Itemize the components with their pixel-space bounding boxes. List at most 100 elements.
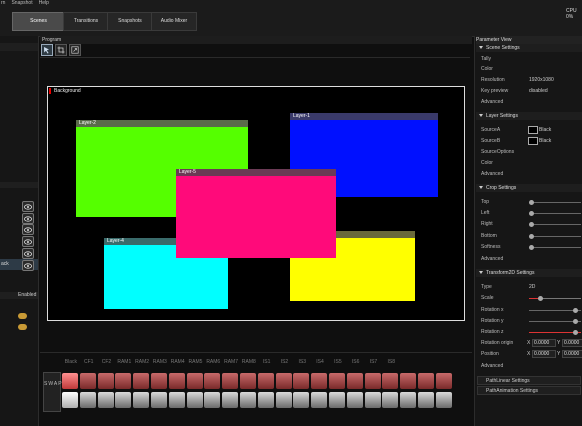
source-b-swatch[interactable]: [528, 137, 538, 145]
menu-item-help[interactable]: Help: [39, 0, 49, 8]
rotation-y-slider[interactable]: [529, 319, 581, 324]
slider-knob[interactable]: [538, 296, 543, 301]
crop-settings-header[interactable]: Crop Settings: [476, 184, 582, 192]
preview-source-button[interactable]: [204, 392, 221, 408]
program-source-button[interactable]: [293, 373, 310, 389]
tab-snapshots[interactable]: Snapshots: [107, 12, 153, 31]
crop-top-slider[interactable]: [529, 200, 581, 205]
preview-source-button[interactable]: [382, 392, 399, 408]
resize-tool-button[interactable]: [69, 44, 81, 56]
position-y-input[interactable]: 0.0000: [562, 350, 582, 358]
program-source-button[interactable]: [435, 373, 452, 389]
crop-advanced[interactable]: Advanced: [481, 256, 503, 262]
program-source-button[interactable]: [257, 373, 274, 389]
slider-knob[interactable]: [573, 308, 578, 313]
menu-item-rn[interactable]: rn: [1, 0, 5, 8]
enabled-toggle[interactable]: [18, 313, 27, 319]
rotation-origin-y-input[interactable]: 0.0000: [562, 339, 582, 347]
preview-source-button[interactable]: [257, 392, 274, 408]
preview-source-button[interactable]: [222, 392, 239, 408]
layer-5-titlebar[interactable]: Layer-5: [176, 169, 336, 176]
slider-knob[interactable]: [573, 330, 578, 335]
softness-slider[interactable]: [529, 245, 581, 250]
preview-source-button[interactable]: [364, 392, 381, 408]
preview-source-button[interactable]: [115, 392, 132, 408]
program-source-button[interactable]: [186, 373, 203, 389]
preview-source-button[interactable]: [150, 392, 167, 408]
scale-slider[interactable]: [529, 296, 581, 301]
preview-source-button[interactable]: [275, 392, 292, 408]
layer-1-titlebar[interactable]: Layer-1: [290, 113, 438, 120]
layer-5-box[interactable]: Layer-5: [176, 169, 336, 258]
preview-source-button[interactable]: [97, 392, 114, 408]
slider-knob[interactable]: [529, 234, 534, 239]
program-source-button[interactable]: [400, 373, 417, 389]
source-b-value[interactable]: Black: [539, 138, 551, 144]
program-source-button[interactable]: [133, 373, 150, 389]
menu-item-snapshot[interactable]: Snapshot: [11, 0, 32, 8]
program-source-button[interactable]: [417, 373, 434, 389]
program-source-button[interactable]: [328, 373, 345, 389]
layer-2-titlebar[interactable]: Layer-2: [76, 120, 248, 127]
crop-right-slider[interactable]: [529, 222, 581, 227]
program-source-button[interactable]: [311, 373, 328, 389]
program-source-button[interactable]: [115, 373, 132, 389]
program-source-button[interactable]: [150, 373, 167, 389]
preview-source-button[interactable]: [311, 392, 328, 408]
preview-source-button[interactable]: [133, 392, 150, 408]
slider-knob[interactable]: [529, 245, 534, 250]
program-source-button[interactable]: [97, 373, 114, 389]
rotation-z-slider[interactable]: [529, 330, 581, 335]
path-animation-settings-button[interactable]: PathAnimation Settings: [477, 386, 581, 395]
tab-scenes[interactable]: Scenes: [12, 12, 65, 31]
tab-audio-mixer[interactable]: Audio Mixer: [151, 12, 197, 31]
visibility-toggle[interactable]: [22, 236, 34, 247]
program-source-button[interactable]: [204, 373, 221, 389]
preview-source-button[interactable]: [186, 392, 203, 408]
path-linear-settings-button[interactable]: PathLinear Settings: [477, 376, 581, 385]
program-source-button[interactable]: [275, 373, 292, 389]
scene-settings-header[interactable]: Scene Settings: [476, 44, 582, 52]
enabled-toggle[interactable]: [18, 324, 27, 330]
visibility-toggle[interactable]: [22, 213, 34, 224]
transform-settings-header[interactable]: Transform2D Settings: [476, 269, 582, 277]
preview-source-button[interactable]: [328, 392, 345, 408]
preview-source-button[interactable]: [417, 392, 434, 408]
resolution-value[interactable]: 1920x1080: [529, 77, 554, 83]
type-value[interactable]: 2D: [529, 284, 535, 290]
preview-source-button[interactable]: [346, 392, 363, 408]
visibility-toggle[interactable]: [22, 224, 34, 235]
source-a-value[interactable]: Black: [539, 127, 551, 133]
slider-knob[interactable]: [573, 319, 578, 324]
crop-bottom-slider[interactable]: [529, 234, 581, 239]
program-source-button[interactable]: [364, 373, 381, 389]
rotation-origin-x-input[interactable]: 0.0000: [532, 339, 556, 347]
preview-source-button[interactable]: [239, 392, 256, 408]
position-x-input[interactable]: 0.0000: [532, 350, 556, 358]
program-source-button[interactable]: [239, 373, 256, 389]
program-source-button[interactable]: [382, 373, 399, 389]
layer-advanced[interactable]: Advanced: [481, 171, 503, 177]
preview-source-button[interactable]: [435, 392, 452, 408]
preview-source-button[interactable]: [79, 392, 96, 408]
program-source-button[interactable]: [79, 373, 96, 389]
crop-left-slider[interactable]: [529, 211, 581, 216]
slider-knob[interactable]: [529, 200, 534, 205]
rotation-x-slider[interactable]: [529, 308, 581, 313]
transform-advanced[interactable]: Advanced: [481, 363, 503, 369]
layer-settings-header[interactable]: Layer Settings: [476, 112, 582, 120]
source-options-label[interactable]: SourceOptions: [481, 149, 514, 155]
source-a-swatch[interactable]: [528, 126, 538, 134]
program-canvas[interactable]: Background Layer-2 Layer-1 Layer-3 Layer…: [47, 86, 465, 321]
program-source-button[interactable]: [168, 373, 185, 389]
visibility-toggle[interactable]: [22, 248, 34, 259]
preview-source-button[interactable]: [168, 392, 185, 408]
scene-advanced[interactable]: Advanced: [481, 99, 503, 105]
slider-knob[interactable]: [529, 211, 534, 216]
visibility-toggle[interactable]: [22, 260, 34, 271]
preview-source-button[interactable]: [293, 392, 310, 408]
key-preview-value[interactable]: disabled: [529, 88, 548, 94]
select-tool-button[interactable]: [41, 44, 53, 56]
swap-button[interactable]: SWAP: [43, 372, 62, 412]
preview-source-button[interactable]: [62, 392, 78, 408]
